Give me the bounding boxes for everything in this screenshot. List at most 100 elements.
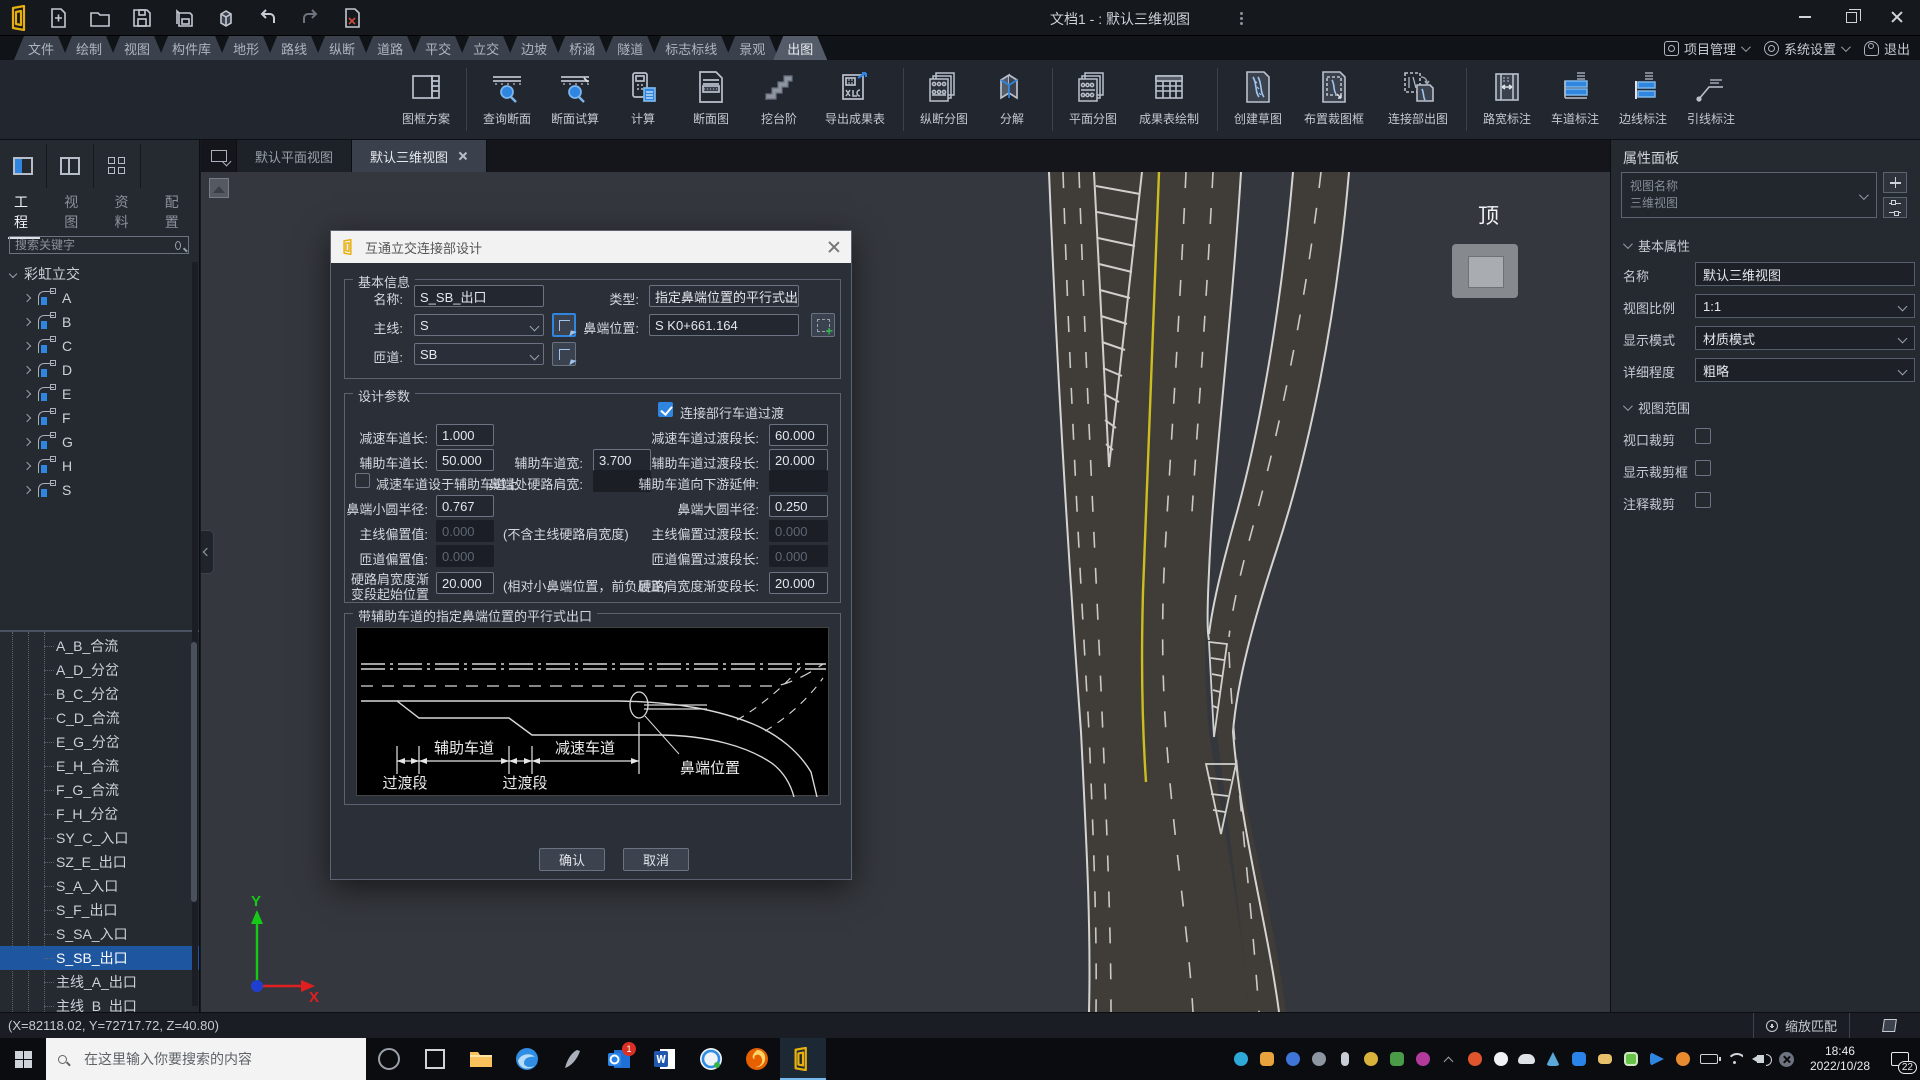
tray-magnifier-icon[interactable]	[1670, 1038, 1696, 1080]
sidebar-tab-project[interactable]: 工程	[14, 192, 34, 232]
view-mode-cube-icon[interactable]	[1882, 1019, 1897, 1032]
search-input[interactable]	[10, 238, 175, 252]
dialog-title-bar[interactable]: 互通立交连接部设计	[331, 231, 851, 263]
display-mode-select[interactable]: 材质模式	[1695, 326, 1915, 350]
sidebar-search[interactable]	[9, 236, 189, 254]
sidebar-tab-config[interactable]: 配置	[165, 192, 185, 232]
aux-len-input[interactable]: 50.000	[436, 449, 494, 471]
route-tree-item[interactable]: H	[0, 454, 199, 478]
zoom-fit-button[interactable]: 缩放匹配	[1753, 1013, 1850, 1038]
profile-sheets-button[interactable]: 纵断分图	[910, 60, 978, 139]
connection-item[interactable]: 主线_A_出口	[0, 970, 199, 994]
decel-len-input[interactable]: 1.000	[436, 424, 494, 446]
add-view-button[interactable]	[1883, 172, 1907, 193]
section-drawing-button[interactable]: 断面图	[677, 60, 745, 139]
panel-layout-2-button[interactable]	[47, 144, 94, 188]
project-manage-menu[interactable]: 项目管理	[1664, 39, 1748, 58]
system-settings-menu[interactable]: 系统设置	[1764, 39, 1848, 58]
open-folder-button[interactable]	[86, 4, 114, 32]
tab-plan-view[interactable]: 默认平面视图	[237, 140, 352, 172]
viewcube-top-label[interactable]: 顶	[1478, 200, 1499, 230]
view-scale-select[interactable]: 1:1	[1695, 294, 1915, 318]
nose-big-radius-input[interactable]: 0.250	[769, 495, 828, 517]
connection-item[interactable]: SY_C_入口	[0, 826, 199, 850]
connection-item[interactable]: C_D_合流	[0, 706, 199, 730]
panel-layout-1-button[interactable]	[0, 144, 47, 188]
nose-position-input[interactable]: S K0+661.164	[649, 314, 799, 336]
sidebar-tab-view[interactable]: 视图	[64, 192, 84, 232]
nose-coordinate-pick-button[interactable]	[811, 313, 835, 337]
exit-menu[interactable]: 退出	[1864, 39, 1910, 58]
tray-mic-icon[interactable]	[1332, 1038, 1358, 1080]
plan-sheets-button[interactable]: 平面分图	[1059, 60, 1127, 139]
view-range-section[interactable]: 视图范围	[1623, 398, 1690, 417]
show-clip-box-checkbox[interactable]	[1695, 460, 1711, 476]
title-menu-dots-icon[interactable]	[1240, 10, 1244, 27]
tray-chevron-up-icon[interactable]	[1436, 1038, 1462, 1080]
notes-app-button[interactable]	[550, 1038, 596, 1080]
tray-volume-icon[interactable]	[1748, 1038, 1774, 1080]
restore-button[interactable]	[1828, 0, 1874, 34]
cancel-button[interactable]: 取消	[623, 848, 689, 871]
tray-bluetooth-icon[interactable]	[1280, 1038, 1306, 1080]
viewcube[interactable]	[1452, 244, 1518, 298]
frame-plan-button[interactable]: 图框方案	[392, 60, 460, 139]
query-section-button[interactable]: 查询断面	[473, 60, 541, 139]
connection-item[interactable]: S_SB_出口	[0, 946, 199, 970]
tray-app-5-icon[interactable]	[1384, 1038, 1410, 1080]
connection-item[interactable]: F_G_合流	[0, 778, 199, 802]
section-trial-button[interactable]: 断面试算	[541, 60, 609, 139]
dig-steps-button[interactable]: 挖台阶	[745, 60, 813, 139]
connection-item[interactable]: B_C_分岔	[0, 682, 199, 706]
ribbon-tab[interactable]: 出图	[773, 36, 827, 60]
task-view-button[interactable]	[412, 1038, 458, 1080]
viewport-clip-checkbox[interactable]	[1695, 428, 1711, 444]
route-tree-item[interactable]: C	[0, 334, 199, 358]
save-all-button[interactable]	[170, 4, 198, 32]
name-input[interactable]: S_SB_出口	[414, 285, 544, 307]
annotation-clip-checkbox[interactable]	[1695, 492, 1711, 508]
cad-app-button[interactable]	[780, 1038, 826, 1080]
ramp-pick-button[interactable]	[552, 342, 576, 366]
result-table-draw-button[interactable]: 成果表绘制	[1127, 60, 1211, 139]
file-explorer-button[interactable]	[458, 1038, 504, 1080]
ribbon-tab[interactable]: 桥涵	[555, 36, 609, 60]
tray-battery-icon[interactable]	[1696, 1038, 1722, 1080]
tray-onedrive-icon[interactable]	[1514, 1038, 1540, 1080]
tray-outlook-icon[interactable]	[1566, 1038, 1592, 1080]
tray-app-2-icon[interactable]	[1254, 1038, 1280, 1080]
scrollbar-thumb[interactable]	[191, 642, 197, 902]
shoulder-taper-len-input[interactable]: 20.000	[769, 572, 828, 594]
ribbon-tab[interactable]: 纵断	[315, 36, 369, 60]
tray-grid-icon[interactable]	[1618, 1038, 1644, 1080]
edge-browser-button[interactable]	[504, 1038, 550, 1080]
connection-item[interactable]: S_SA_入口	[0, 922, 199, 946]
redo-button[interactable]	[296, 4, 324, 32]
connection-item[interactable]: E_G_分岔	[0, 730, 199, 754]
tray-app-6-icon[interactable]	[1410, 1038, 1436, 1080]
connection-item[interactable]: SZ_E_出口	[0, 850, 199, 874]
route-tree-item[interactable]: F	[0, 406, 199, 430]
tray-app-1-icon[interactable]	[1228, 1038, 1254, 1080]
edge-line-annotate-button[interactable]: 边线标注	[1609, 60, 1677, 139]
save-button[interactable]	[128, 4, 156, 32]
confirm-button[interactable]: 确认	[539, 848, 605, 871]
connection-item[interactable]: A_B_合流	[0, 634, 199, 658]
ribbon-tab[interactable]: 路线	[267, 36, 321, 60]
qq-browser-button[interactable]	[688, 1038, 734, 1080]
start-button[interactable]	[0, 1038, 46, 1080]
layout-clip-frame-button[interactable]: 布置裁图框	[1292, 60, 1376, 139]
ribbon-tab[interactable]: 立交	[459, 36, 513, 60]
solid-model-button[interactable]	[212, 4, 240, 32]
connection-item[interactable]: A_D_分岔	[0, 658, 199, 682]
nose-small-radius-input[interactable]: 0.767	[436, 495, 494, 517]
sidebar-tab-data[interactable]: 资料	[115, 192, 135, 232]
route-tree-item[interactable]: E	[0, 382, 199, 406]
ribbon-tab[interactable]: 构件库	[158, 36, 225, 60]
tray-q-icon[interactable]	[1488, 1038, 1514, 1080]
connection-item[interactable]: E_H_合流	[0, 754, 199, 778]
aux-downstream-input[interactable]	[769, 470, 828, 492]
panel-layout-3-button[interactable]	[94, 144, 141, 188]
aux-trans-input[interactable]: 20.000	[769, 449, 828, 471]
ribbon-tab[interactable]: 视图	[110, 36, 164, 60]
